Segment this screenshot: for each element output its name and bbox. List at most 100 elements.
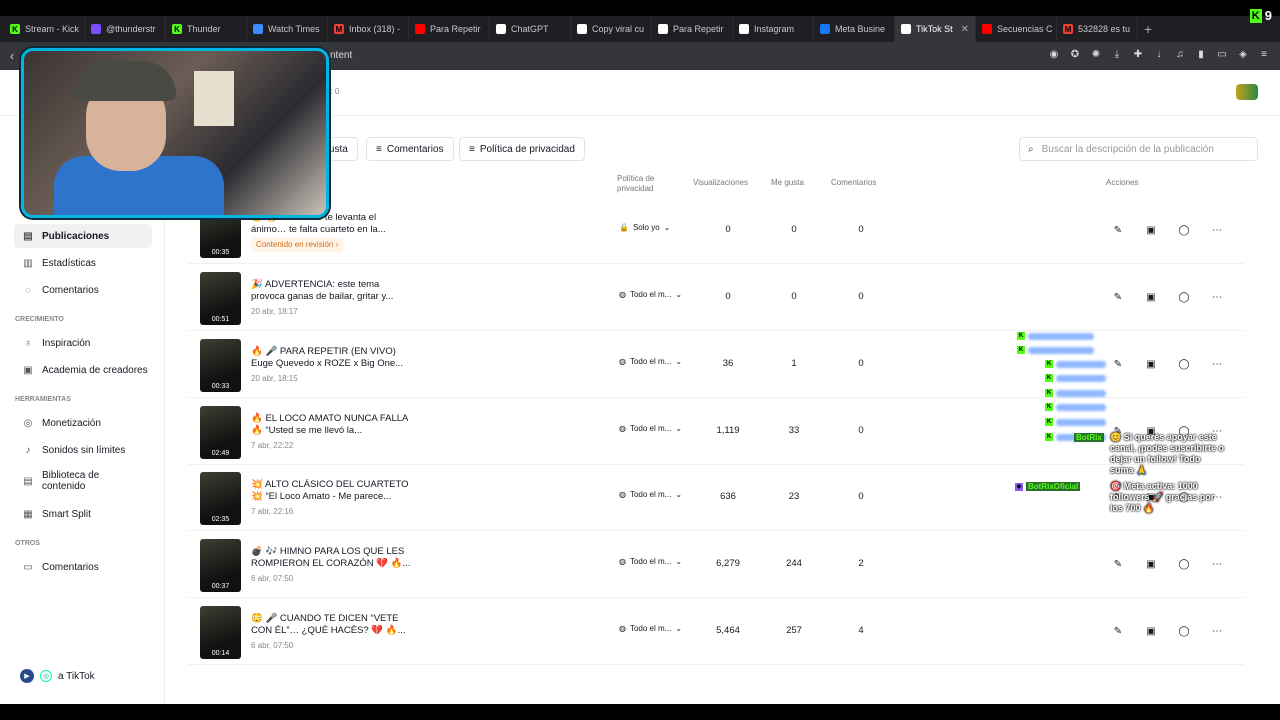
- comment-icon[interactable]: ◯: [1174, 621, 1194, 641]
- likes-count: 244: [786, 558, 802, 569]
- close-tab-icon[interactable]: ✕: [961, 24, 969, 35]
- avatar[interactable]: [1236, 84, 1258, 100]
- table-row[interactable]: 00:35😮 🔥 Si esto no te levanta el ánimo……: [188, 198, 1244, 264]
- edit-icon[interactable]: ✎: [1108, 621, 1128, 641]
- browser-tab[interactable]: TikTok St ✕: [895, 16, 976, 42]
- search-input[interactable]: ⌕ Buscar la descripción de la publicación: [1019, 137, 1258, 161]
- post-title[interactable]: 💥 ALTO CLÁSICO DEL CUARTETO 💥 “El Loco A…: [251, 479, 411, 503]
- table-row[interactable]: 00:14 😳 🎤 CUANDO TE DICEN “VETE CON ÉL”… …: [188, 599, 1244, 665]
- post-title[interactable]: 🎉 ADVERTENCIA: este tema provoca ganas d…: [251, 279, 411, 303]
- video-thumbnail[interactable]: 02:49: [200, 406, 241, 459]
- sidebar-item-publicaciones[interactable]: ▤ Publicaciones: [14, 224, 152, 248]
- review-badge[interactable]: Contenido en revisión ›: [251, 238, 344, 252]
- browser-tab[interactable]: Watch Times: [247, 16, 328, 42]
- edit-icon[interactable]: ✎: [1108, 354, 1128, 374]
- browser-tab[interactable]: Para Repetir: [409, 16, 490, 42]
- video-thumbnail[interactable]: 00:14: [200, 606, 241, 659]
- privacy-dropdown[interactable]: ◍ Todo el m... ⌄: [619, 557, 682, 566]
- video-thumbnail[interactable]: 02:35: [200, 472, 241, 525]
- more-icon[interactable]: ⋯: [1207, 554, 1227, 574]
- download-icon[interactable]: ⤓: [1111, 48, 1123, 60]
- sidebar-item-sonidos[interactable]: ♪ Sonidos sin límites: [14, 438, 152, 462]
- filter-privacy-button[interactable]: ≡ Política de privacidad: [459, 137, 585, 161]
- post-title[interactable]: 💣 🎶 HIMNO PARA LOS QUE LES ROMPIERON EL …: [251, 546, 411, 570]
- video-thumbnail[interactable]: 00:33: [200, 339, 241, 392]
- post-title[interactable]: 🔥 EL LOCO AMATO NUNCA FALLA 🔥 “Usted se …: [251, 413, 411, 437]
- comment-icon[interactable]: ◯: [1174, 220, 1194, 240]
- browser-tab[interactable]: Instagram: [733, 16, 814, 42]
- sidebar-item-biblioteca[interactable]: ▤ Biblioteca de contenido: [14, 466, 152, 496]
- more-icon[interactable]: ⋯: [1207, 287, 1227, 307]
- puzzle-icon[interactable]: ✚: [1132, 48, 1144, 60]
- music-icon[interactable]: ♫: [1174, 48, 1186, 60]
- tab-favicon-icon: [901, 24, 911, 34]
- browser-tab[interactable]: Copy viral cu: [571, 16, 652, 42]
- shield-icon[interactable]: ◈: [1237, 48, 1249, 60]
- new-tab-button[interactable]: +: [1144, 21, 1152, 37]
- views-count: 0: [725, 224, 731, 235]
- download-icon[interactable]: ↓: [1153, 48, 1165, 60]
- edit-icon[interactable]: ✎: [1108, 287, 1128, 307]
- video-thumbnail[interactable]: 00:51: [200, 272, 241, 325]
- chat-bot-user: ◆ BotRixOficial: [1015, 482, 1081, 491]
- wallet-icon[interactable]: ▭: [1216, 48, 1228, 60]
- filter-comments-button[interactable]: ≡ Comentarios: [366, 137, 454, 161]
- edit-icon[interactable]: ✎: [1108, 220, 1128, 240]
- browser-tab[interactable]: K Thunder: [166, 16, 247, 42]
- kick-badge-icon: K: [1045, 403, 1053, 411]
- more-icon[interactable]: ⋯: [1207, 220, 1227, 240]
- edit-icon[interactable]: ✎: [1108, 554, 1128, 574]
- extension-icon[interactable]: ◉: [1048, 48, 1060, 60]
- post-title[interactable]: 🔥 🎤 PARA REPETIR (EN VIVO) Euge Quevedo …: [251, 346, 411, 370]
- url-text[interactable]: ntent: [330, 50, 352, 61]
- analytics-icon[interactable]: ▣: [1141, 354, 1161, 374]
- browser-tab[interactable]: Para Repetir: [652, 16, 733, 42]
- sidebar-item-monetizacion[interactable]: ◎ Monetización: [14, 411, 152, 435]
- more-icon[interactable]: ⋯: [1207, 621, 1227, 641]
- table-row[interactable]: 00:51 🎉 ADVERTENCIA: este tema provoca ga…: [188, 265, 1244, 331]
- col-privacy[interactable]: Política de privacidad: [617, 174, 677, 194]
- sidebar-item-comentarios[interactable]: ◌ Comentarios: [14, 278, 152, 302]
- browser-toolbar-icons: ◉ ✪ ✺ ⤓ ✚ ↓ ♫ ▮ ▭ ◈ ≡: [1048, 48, 1270, 60]
- menu-icon[interactable]: ≡: [1258, 48, 1270, 60]
- chat-username-blurred: [1056, 360, 1106, 368]
- browser-tab[interactable]: K Stream - Kick: [4, 16, 85, 42]
- back-to-tiktok-link[interactable]: ▶ ◎ a TikTok: [20, 669, 95, 683]
- browser-tab[interactable]: Meta Busine: [814, 16, 895, 42]
- privacy-dropdown[interactable]: ◍ Todo el m... ⌄: [619, 424, 682, 433]
- comment-icon[interactable]: ◯: [1174, 554, 1194, 574]
- privacy-dropdown[interactable]: ◍ Todo el m... ⌄: [619, 290, 682, 299]
- col-likes[interactable]: Me gusta: [771, 178, 804, 187]
- browser-tab[interactable]: @thunderstr: [85, 16, 166, 42]
- comment-icon[interactable]: ◯: [1174, 287, 1194, 307]
- browser-tab[interactable]: Secuencias C: [976, 16, 1057, 42]
- browser-tab[interactable]: M 532828 es tu: [1057, 16, 1138, 42]
- post-title[interactable]: 😳 🎤 CUANDO TE DICEN “VETE CON ÉL”… ¿QUÉ …: [251, 613, 411, 637]
- sidebar-icon[interactable]: ▮: [1195, 48, 1207, 60]
- privacy-dropdown[interactable]: ◍ Todo el m... ⌄: [619, 490, 682, 499]
- col-views[interactable]: Visualizaciones: [693, 178, 748, 187]
- analytics-icon[interactable]: ▣: [1141, 287, 1161, 307]
- analytics-icon[interactable]: ▣: [1141, 621, 1161, 641]
- sidebar-item-smart-split[interactable]: ▦ Smart Split: [14, 502, 152, 526]
- more-icon[interactable]: ⋯: [1207, 354, 1227, 374]
- privacy-dropdown[interactable]: ◍ Todo el m... ⌄: [619, 624, 682, 633]
- analytics-icon[interactable]: ▣: [1141, 220, 1161, 240]
- analytics-icon[interactable]: ▣: [1141, 554, 1161, 574]
- privacy-dropdown[interactable]: ◍ Todo el m... ⌄: [619, 357, 682, 366]
- col-comments[interactable]: Comentarios: [831, 178, 876, 187]
- sidebar-item-comentarios-otros[interactable]: ▭ Comentarios: [14, 555, 152, 579]
- table-row[interactable]: 02:35 💥 ALTO CLÁSICO DEL CUARTETO 💥 “El L…: [188, 465, 1244, 531]
- sidebar-item-estadisticas[interactable]: ▥ Estadísticas: [14, 251, 152, 275]
- sidebar-item-inspiracion[interactable]: ♁ Inspiración: [14, 331, 152, 355]
- extension-icon[interactable]: ✪: [1069, 48, 1081, 60]
- extension-icon[interactable]: ✺: [1090, 48, 1102, 60]
- privacy-dropdown[interactable]: 🔒 Solo yo ⌄: [619, 223, 670, 232]
- comment-icon[interactable]: ◯: [1174, 354, 1194, 374]
- back-icon[interactable]: ‹: [10, 49, 14, 63]
- browser-tab[interactable]: M Inbox (318) -: [328, 16, 409, 42]
- video-thumbnail[interactable]: 00:37: [200, 539, 241, 592]
- sidebar-item-academia[interactable]: ▣ Academia de creadores: [14, 358, 152, 382]
- browser-tab[interactable]: ChatGPT: [490, 16, 571, 42]
- table-row[interactable]: 00:37 💣 🎶 HIMNO PARA LOS QUE LES ROMPIERO…: [188, 532, 1244, 598]
